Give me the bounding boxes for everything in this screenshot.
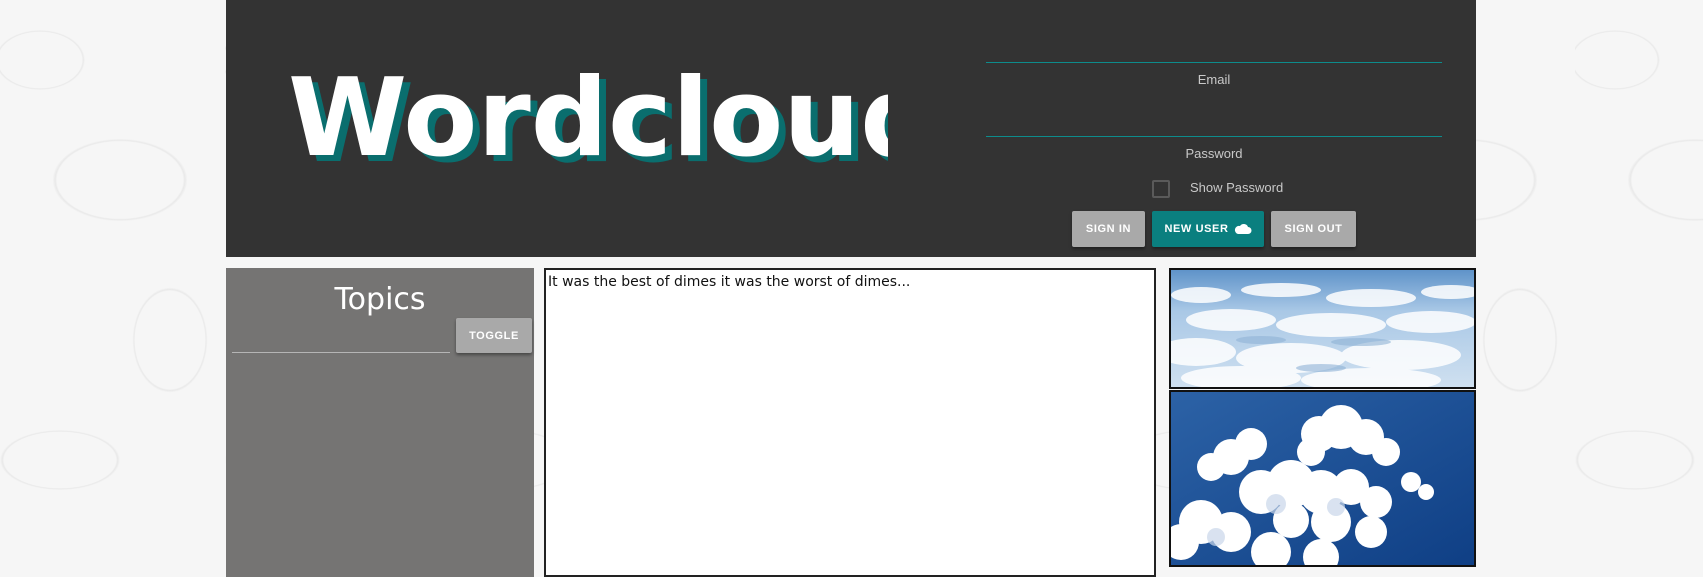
cumulus-clouds-image [1169,390,1476,567]
sign-out-button[interactable]: SIGN OUT [1271,211,1356,247]
header: Wordcloud Wordcloud Email Password Show … [226,0,1476,257]
new-user-label: NEW USER [1164,223,1229,235]
show-password-label: Show Password [1190,180,1284,195]
show-password-row: Show Password [986,178,1442,198]
topics-input-line[interactable] [232,352,450,353]
email-field[interactable] [986,14,1442,63]
wordcloud-logo: Wordcloud Wordcloud [288,56,944,188]
sign-out-label: SIGN OUT [1284,223,1343,235]
toggle-button[interactable]: TOGGLE [456,318,532,353]
page: Wordcloud Wordcloud Email Password Show … [226,0,1476,577]
show-password-checkbox[interactable] [1152,180,1170,198]
cloud-icon [1234,223,1252,235]
sign-in-label: SIGN IN [1085,223,1132,235]
login-form: Email Password Show Password SIGN IN NEW… [986,14,1442,247]
cloud-sea-image [1169,268,1476,389]
new-user-button[interactable]: NEW USER [1152,211,1264,247]
topics-sidebar: Topics TOGGLE [226,268,534,577]
svg-text:Wordcloud: Wordcloud [288,63,888,181]
topics-title: Topics [334,282,426,317]
text-editor[interactable]: It was the best of dimes it was the wors… [544,268,1156,577]
sign-in-button[interactable]: SIGN IN [1072,211,1145,247]
password-label: Password [1185,146,1243,161]
auth-buttons: SIGN IN NEW USER SIGN OUT [986,211,1442,247]
editor-text: It was the best of dimes it was the wors… [548,274,911,290]
email-label: Email [1197,72,1231,87]
toggle-label: TOGGLE [469,329,519,342]
password-field[interactable] [986,88,1442,137]
